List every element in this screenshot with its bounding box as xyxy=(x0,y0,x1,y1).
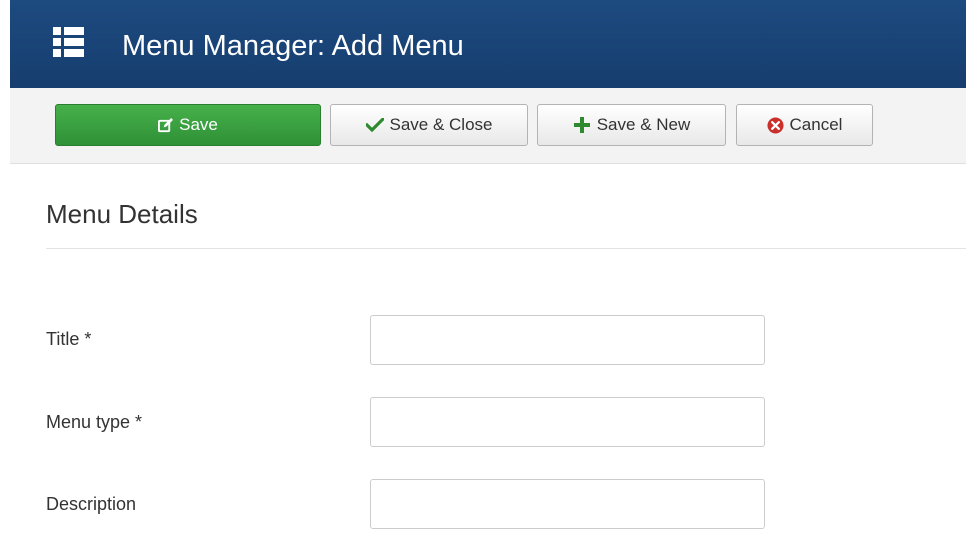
menu-type-label: Menu type * xyxy=(46,412,143,432)
save-button-label: Save xyxy=(179,115,218,134)
cancel-button-label: Cancel xyxy=(789,115,843,134)
menu-type-input[interactable] xyxy=(370,397,765,447)
section-title: Menu Details xyxy=(46,199,198,229)
section-divider xyxy=(46,248,966,249)
toolbar: Save Save & Close Save & New Cancel xyxy=(10,88,966,164)
list-icon xyxy=(53,27,84,57)
save-new-button[interactable]: Save & New xyxy=(537,104,726,146)
plus-icon xyxy=(573,116,591,134)
edit-icon xyxy=(158,117,174,133)
page-header: Menu Manager: Add Menu xyxy=(10,0,966,88)
page-title: Menu Manager: Add Menu xyxy=(122,30,464,62)
save-new-button-label: Save & New xyxy=(596,115,691,134)
title-label: Title * xyxy=(46,329,92,349)
cancel-circle-icon xyxy=(767,116,784,134)
description-label: Description xyxy=(46,494,137,514)
title-input[interactable] xyxy=(370,315,765,365)
cancel-button[interactable]: Cancel xyxy=(736,104,873,146)
save-close-button[interactable]: Save & Close xyxy=(330,104,528,146)
check-icon xyxy=(365,118,384,132)
description-input[interactable] xyxy=(370,479,765,529)
save-close-button-label: Save & Close xyxy=(389,115,493,134)
save-button[interactable]: Save xyxy=(55,104,321,146)
